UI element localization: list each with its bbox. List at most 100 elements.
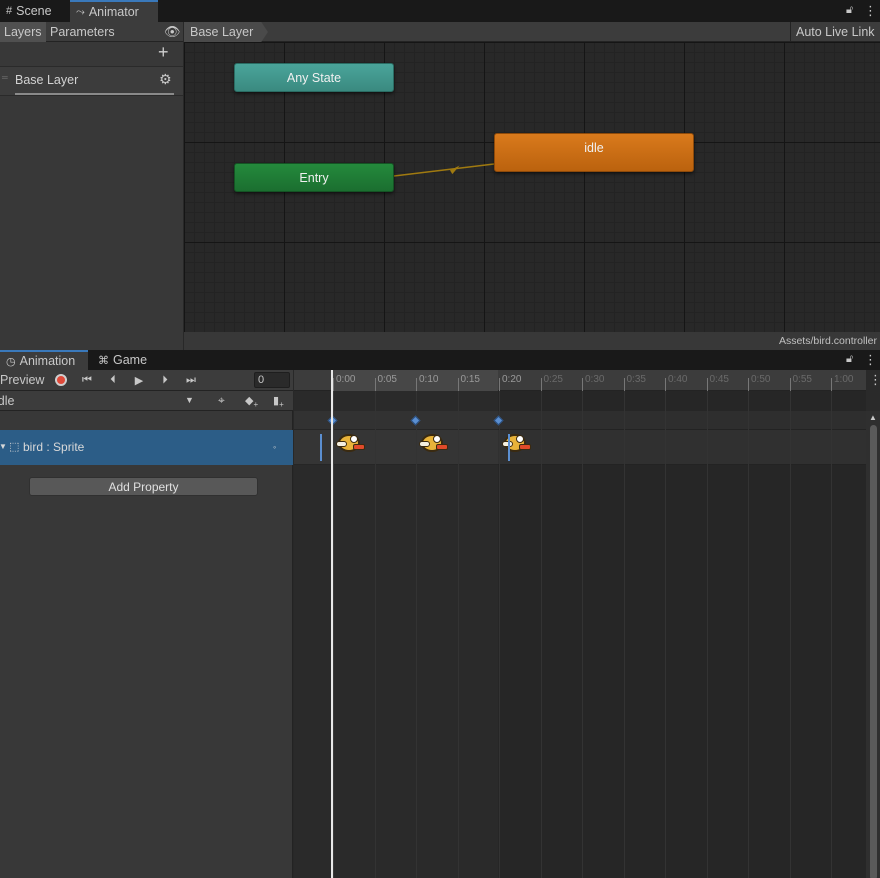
timeline-tick-label: 0:10 [419, 374, 439, 385]
auto-live-link-toggle[interactable]: Auto Live Link [790, 22, 880, 42]
state-node-entry[interactable]: Entry [234, 163, 394, 192]
preview-label: Preview [0, 373, 45, 387]
timeline-grid-line [499, 391, 500, 878]
tab-parameters[interactable]: Parameters [46, 22, 119, 42]
add-property-button[interactable]: Add Property [29, 477, 258, 496]
eye-icon[interactable]: 👁︎ [164, 24, 181, 40]
previous-keyframe-button[interactable]: ⏴ [102, 371, 124, 389]
animator-icon: ⤳ [76, 5, 85, 18]
timeline-tick-label: 0:30 [585, 374, 605, 385]
clip-dropdown[interactable]: idle ▼ [0, 391, 198, 411]
expand-arrow-icon[interactable]: ▼ [0, 442, 7, 451]
bird-beak [353, 444, 365, 450]
add-keyframe-button[interactable]: ◆+ [245, 394, 258, 409]
breadcrumb-label: Base Layer [190, 25, 254, 39]
timeline-grid-line [457, 391, 459, 878]
record-button[interactable] [50, 371, 72, 389]
property-row[interactable]: ▼ ⬚ bird : Sprite ◦ [0, 430, 293, 465]
more-menu-icon[interactable]: ⋮ [864, 3, 877, 19]
tab-scene[interactable]: # Scene [0, 0, 58, 22]
timeline-tick-label: 0:25 [543, 374, 563, 385]
preview-toggle[interactable]: Preview [0, 370, 46, 390]
sprite-renderer-icon: ⬚ [9, 441, 20, 453]
add-event-button[interactable]: ▮+ [273, 394, 284, 409]
lock-icon[interactable]: 🔓︎ [846, 4, 853, 17]
step-forward-icon: ⏵ [162, 373, 168, 386]
bird-wing [336, 441, 347, 447]
first-keyframe-button[interactable]: ⏮ [76, 371, 98, 389]
lock-icon[interactable]: 🔓︎ [846, 353, 853, 366]
asset-path: Assets/bird.controller [778, 335, 877, 347]
add-property-label: Add Property [108, 479, 179, 494]
transition-line [393, 163, 495, 177]
bird-sprite-keyframe[interactable] [419, 432, 449, 454]
timeline-tick-mark [665, 378, 666, 391]
vertical-scrollbar[interactable]: ▲ [866, 411, 880, 878]
filter-by-selection-button[interactable]: ⌖ [218, 393, 225, 408]
timeline-tick-mark [706, 378, 708, 391]
layer-item-base[interactable]: ═ Base Layer ⚙ [0, 66, 183, 96]
timeline-grid-line [540, 391, 542, 878]
timeline-tick-label: 0:45 [709, 374, 729, 385]
bird-eye [433, 435, 441, 443]
any-state-label: Any State [286, 70, 342, 85]
gear-icon[interactable]: ⚙ [159, 71, 172, 88]
out-of-range-shade [498, 391, 866, 878]
timeline-menu-icon[interactable]: ⋮ [869, 372, 880, 388]
tab-animation-label: Animation [19, 354, 76, 368]
timeline-tick-label: 0:20 [502, 374, 522, 385]
timeline-tick-mark [582, 378, 583, 391]
auto-live-link-label: Auto Live Link [796, 25, 875, 39]
clip-end-cursor [508, 434, 510, 461]
timeline-tick-label: 0:55 [792, 374, 812, 385]
transition-arrowhead [450, 165, 460, 175]
gamepad-icon: ⌘ [98, 354, 109, 367]
add-layer-button[interactable]: + [158, 42, 169, 62]
tab-parameters-label: Parameters [50, 25, 115, 39]
bird-wing [419, 441, 430, 447]
bird-sprite-keyframe[interactable] [502, 432, 532, 454]
timeline-grid-line [706, 391, 708, 878]
chevron-down-icon: ▼ [185, 395, 194, 405]
tab-game[interactable]: ⌘ Game [92, 350, 153, 370]
play-icon: ▶ [134, 374, 144, 387]
timeline-tick-mark [416, 378, 417, 391]
timeline-tick-mark [499, 378, 500, 391]
tab-animator[interactable]: ⤳ Animator [70, 0, 158, 22]
state-node-any-state[interactable]: Any State [234, 63, 394, 92]
clock-icon: ◷ [6, 355, 16, 368]
timeline-tick-label: 1:00 [834, 374, 854, 385]
drag-handle-icon[interactable]: ═ [2, 73, 8, 82]
more-menu-icon[interactable]: ⋮ [864, 352, 877, 368]
bird-eye [516, 435, 524, 443]
last-keyframe-button[interactable]: ⏭ [180, 371, 202, 389]
bird-beak [436, 444, 448, 450]
playhead[interactable] [331, 370, 333, 878]
tab-layers[interactable]: Layers [0, 22, 46, 42]
timeline-grid-line [831, 391, 832, 878]
timeline-tick-label: 0:40 [668, 374, 688, 385]
record-icon [55, 374, 67, 386]
timeline-grid-line [416, 391, 417, 878]
tab-scene-label: Scene [16, 4, 52, 18]
property-options-icon[interactable]: ◦ [273, 442, 276, 452]
frame-input[interactable] [254, 372, 290, 388]
scroll-up-icon[interactable]: ▲ [869, 413, 877, 422]
tab-game-label: Game [113, 353, 148, 367]
timeline-tick-mark [748, 378, 749, 391]
bird-sprite-keyframe[interactable] [336, 432, 366, 454]
next-keyframe-button[interactable]: ⏵ [154, 371, 176, 389]
property-name: bird : Sprite [23, 440, 85, 454]
tab-animator-label: Animator [88, 5, 139, 19]
layer-name: Base Layer [15, 73, 79, 87]
timeline-tick-mark [831, 378, 832, 391]
skip-start-icon: ⏮ [82, 373, 92, 386]
breadcrumb[interactable]: Base Layer [184, 22, 268, 42]
scrollbar-thumb[interactable] [870, 425, 877, 878]
play-button[interactable]: ▶ [128, 371, 150, 389]
state-node-idle[interactable]: idle [494, 133, 694, 172]
timeline-tick-label: 0:15 [460, 374, 480, 385]
timeline-tick-label: 0:05 [377, 374, 397, 385]
timeline-tick-mark [457, 378, 459, 391]
tab-animation[interactable]: ◷ Animation [0, 350, 88, 370]
